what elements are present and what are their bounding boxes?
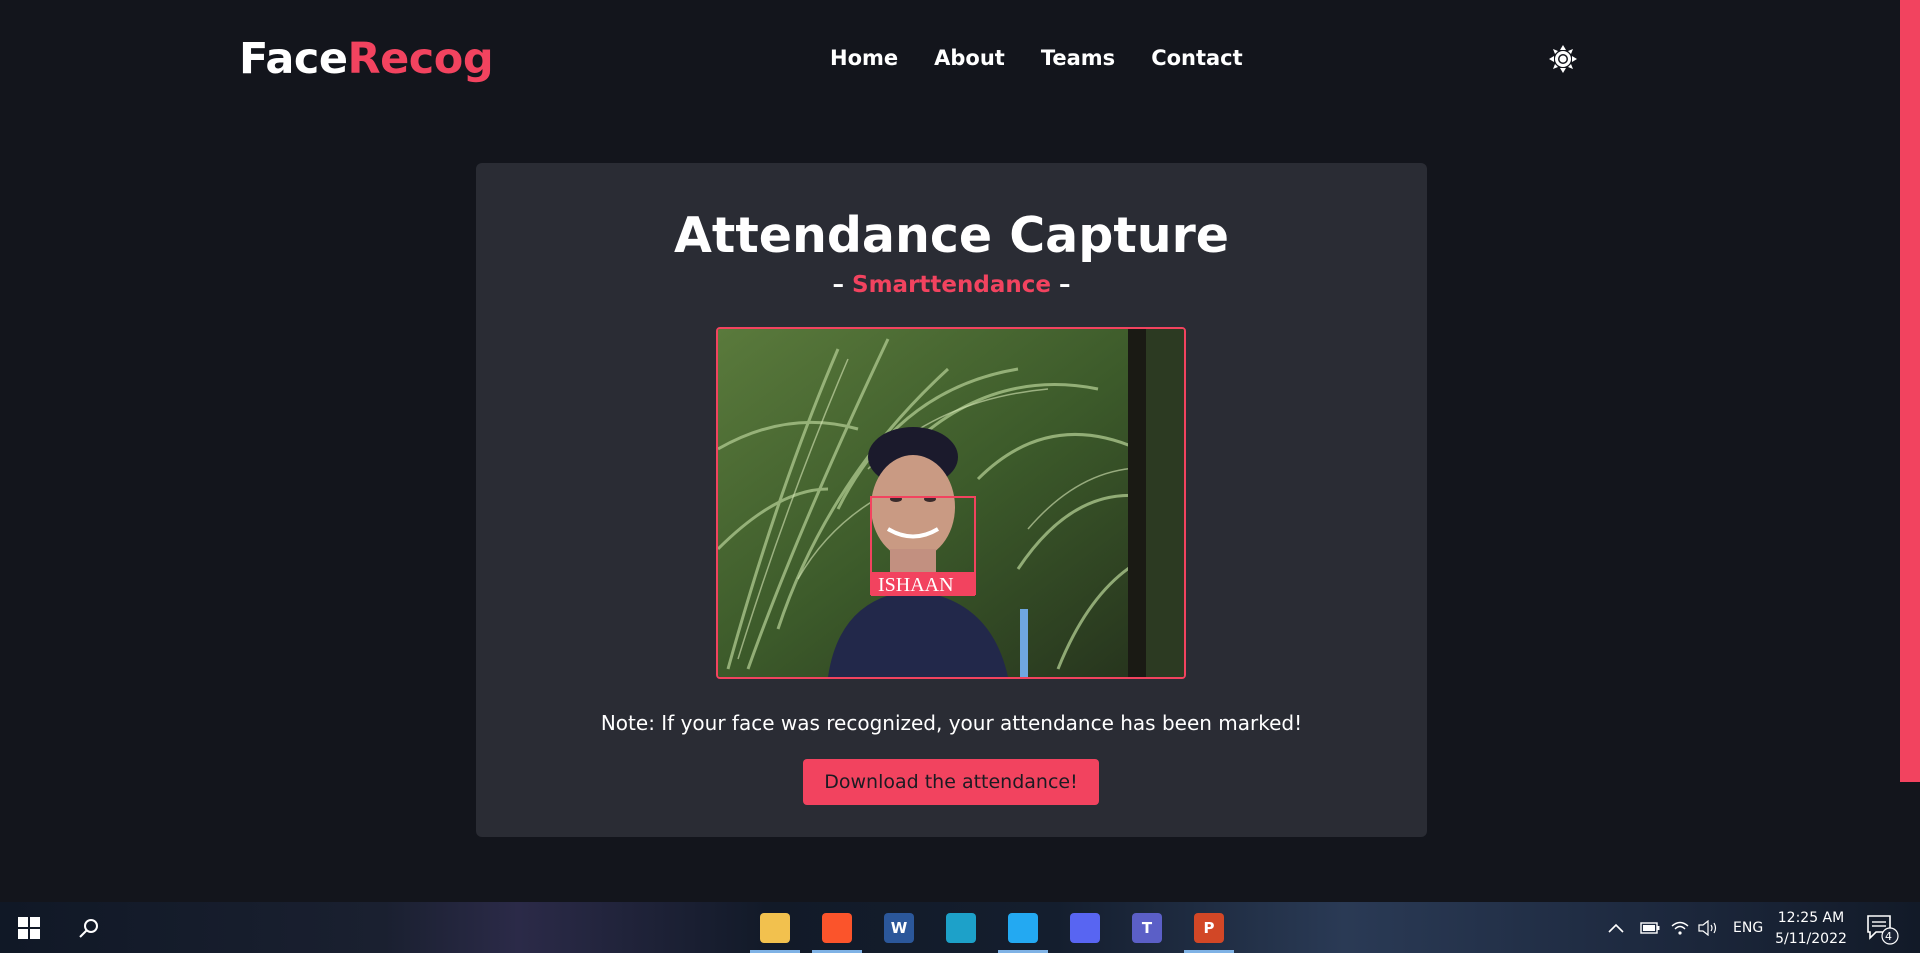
download-attendance-button[interactable]: Download the attendance! bbox=[803, 759, 1099, 805]
discord-glyph bbox=[1070, 912, 1100, 943]
sun-icon[interactable] bbox=[1548, 44, 1578, 74]
vscode-glyph bbox=[1008, 912, 1038, 943]
teams-glyph: T bbox=[1132, 912, 1162, 943]
logo[interactable]: FaceRecog bbox=[239, 34, 494, 84]
wifi-icon[interactable] bbox=[1670, 902, 1690, 953]
subtitle: – Smarttendance – bbox=[476, 272, 1427, 298]
nav-home[interactable]: Home bbox=[830, 46, 898, 70]
file-explorer-glyph bbox=[760, 912, 790, 943]
notification-count: 4 bbox=[1885, 930, 1892, 943]
teams-icon[interactable]: T bbox=[1118, 902, 1176, 953]
scrollbar-thumb[interactable] bbox=[1900, 0, 1920, 782]
clock[interactable]: 12:25 AM 5/11/2022 bbox=[1766, 908, 1856, 950]
clock-date: 5/11/2022 bbox=[1775, 931, 1847, 947]
main-nav: Home About Teams Contact bbox=[830, 46, 1243, 70]
brave-icon[interactable] bbox=[808, 902, 866, 953]
clock-time: 12:25 AM bbox=[1777, 910, 1845, 926]
camera-feed: ISHAAN bbox=[716, 327, 1186, 679]
volume-icon[interactable] bbox=[1698, 902, 1720, 953]
site-header: FaceRecog Home About Teams Contact bbox=[0, 0, 1900, 110]
subtitle-dash-right: – bbox=[1058, 272, 1071, 298]
nav-about[interactable]: About bbox=[934, 46, 1005, 70]
windows-start-icon[interactable] bbox=[0, 902, 58, 953]
search-icon[interactable] bbox=[62, 902, 116, 953]
word-glyph: W bbox=[884, 912, 914, 943]
file-explorer-icon[interactable] bbox=[746, 902, 804, 953]
logo-part-face: Face bbox=[239, 34, 348, 84]
note-text: Note: If your face was recognized, your … bbox=[600, 711, 1303, 735]
detected-name-label: ISHAAN bbox=[878, 574, 954, 596]
logo-part-recog: Recog bbox=[347, 34, 494, 84]
edge-glyph bbox=[946, 912, 976, 943]
vscode-icon[interactable] bbox=[994, 902, 1052, 953]
battery-icon[interactable] bbox=[1640, 902, 1660, 953]
language-indicator[interactable]: ENG bbox=[1733, 902, 1763, 953]
powerpoint-icon[interactable]: P bbox=[1180, 902, 1238, 953]
discord-icon[interactable] bbox=[1056, 902, 1114, 953]
nav-teams[interactable]: Teams bbox=[1041, 46, 1115, 70]
notification-icon[interactable]: 4 bbox=[1864, 912, 1900, 946]
edge-icon[interactable] bbox=[932, 902, 990, 953]
brave-glyph bbox=[822, 912, 852, 943]
attendance-card: Attendance Capture – Smarttendance – ISH… bbox=[476, 163, 1427, 837]
subtitle-name: Smarttendance bbox=[852, 272, 1051, 298]
tray-chevron-icon[interactable] bbox=[1608, 902, 1624, 953]
taskbar: W T P ENG 12:25 AM 5/11/2022 4 bbox=[0, 902, 1920, 953]
powerpoint-glyph: P bbox=[1194, 912, 1224, 943]
word-icon[interactable]: W bbox=[870, 902, 928, 953]
subtitle-dash-left: – bbox=[832, 272, 845, 298]
page-title: Attendance Capture bbox=[673, 207, 1230, 264]
nav-contact[interactable]: Contact bbox=[1151, 46, 1243, 70]
